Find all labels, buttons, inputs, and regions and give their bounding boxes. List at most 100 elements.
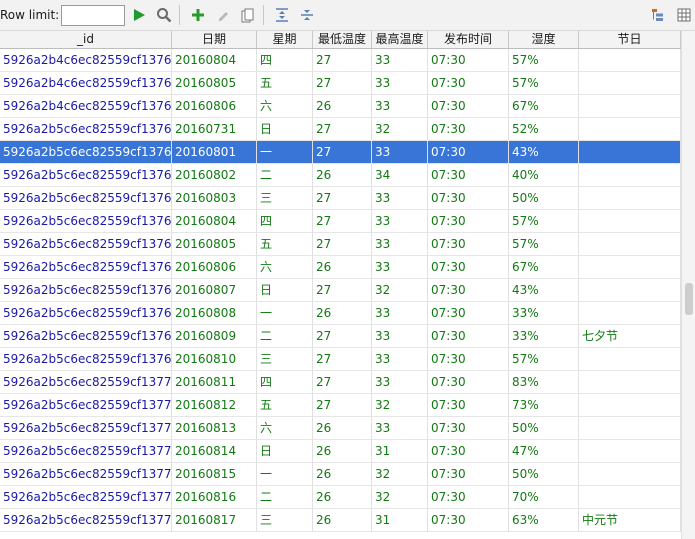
cell-id[interactable]: 5926a2b5c6ec82559cf1376f: [0, 348, 172, 370]
cell-holiday[interactable]: [579, 49, 681, 71]
cell-holiday[interactable]: [579, 394, 681, 416]
cell-date[interactable]: 20160803: [172, 187, 257, 209]
cell-max-temp[interactable]: 33: [372, 371, 428, 393]
table-row[interactable]: 5926a2b5c6ec82559cf13765 20160731 日 27 32 07:…: [0, 118, 681, 141]
vertical-scrollbar[interactable]: [681, 31, 695, 539]
cell-publish-time[interactable]: 07:30: [428, 509, 509, 531]
cell-holiday[interactable]: 中元节: [579, 509, 681, 531]
table-view-icon[interactable]: [673, 4, 695, 26]
cell-weekday[interactable]: 六: [257, 417, 313, 439]
cell-min-temp[interactable]: 26: [313, 509, 372, 531]
cell-weekday[interactable]: 五: [257, 233, 313, 255]
cell-id[interactable]: 5926a2b4c6ec82559cf13764: [0, 95, 172, 117]
cell-max-temp[interactable]: 32: [372, 486, 428, 508]
cell-weekday[interactable]: 二: [257, 325, 313, 347]
cell-publish-time[interactable]: 07:30: [428, 348, 509, 370]
cell-min-temp[interactable]: 26: [313, 256, 372, 278]
table-row[interactable]: 5926a2b4c6ec82559cf13762 20160804 四 27 33 07:…: [0, 49, 681, 72]
cell-humidity[interactable]: 50%: [509, 417, 579, 439]
cell-date[interactable]: 20160801: [172, 141, 257, 163]
cell-holiday[interactable]: [579, 210, 681, 232]
cell-min-temp[interactable]: 26: [313, 302, 372, 324]
cell-holiday[interactable]: [579, 187, 681, 209]
cell-date[interactable]: 20160804: [172, 210, 257, 232]
cell-max-temp[interactable]: 32: [372, 279, 428, 301]
cell-max-temp[interactable]: 32: [372, 394, 428, 416]
cell-id[interactable]: 5926a2b5c6ec82559cf13771: [0, 394, 172, 416]
cell-holiday[interactable]: [579, 164, 681, 186]
cell-humidity[interactable]: 50%: [509, 187, 579, 209]
cell-publish-time[interactable]: 07:30: [428, 164, 509, 186]
cell-weekday[interactable]: 日: [257, 118, 313, 140]
table-row[interactable]: 5926a2b5c6ec82559cf13767 20160802 二 26 34 07:…: [0, 164, 681, 187]
cell-weekday[interactable]: 一: [257, 141, 313, 163]
cell-date[interactable]: 20160815: [172, 463, 257, 485]
cell-weekday[interactable]: 三: [257, 509, 313, 531]
cell-humidity[interactable]: 47%: [509, 440, 579, 462]
table-row[interactable]: 5926a2b4c6ec82559cf13763 20160805 五 27 33 07:…: [0, 72, 681, 95]
cell-min-temp[interactable]: 27: [313, 348, 372, 370]
cell-holiday[interactable]: [579, 279, 681, 301]
cell-max-temp[interactable]: 33: [372, 187, 428, 209]
cell-publish-time[interactable]: 07:30: [428, 49, 509, 71]
table-row[interactable]: 5926a2b5c6ec82559cf1376d 20160808 一 26 33 07:…: [0, 302, 681, 325]
column-header-min-temp[interactable]: 最低温度: [313, 31, 372, 48]
cell-min-temp[interactable]: 27: [313, 325, 372, 347]
cell-holiday[interactable]: [579, 348, 681, 370]
cell-id[interactable]: 5926a2b5c6ec82559cf13776: [0, 509, 172, 531]
cell-publish-time[interactable]: 07:30: [428, 95, 509, 117]
cell-humidity[interactable]: 57%: [509, 49, 579, 71]
cell-humidity[interactable]: 43%: [509, 279, 579, 301]
table-row[interactable]: 5926a2b5c6ec82559cf1376f 20160810 三 27 33 07:…: [0, 348, 681, 371]
cell-humidity[interactable]: 83%: [509, 371, 579, 393]
cell-publish-time[interactable]: 07:30: [428, 302, 509, 324]
cell-id[interactable]: 5926a2b5c6ec82559cf1376e: [0, 325, 172, 347]
table-row[interactable]: 5926a2b5c6ec82559cf1376e 20160809 二 27 33 07:…: [0, 325, 681, 348]
cell-min-temp[interactable]: 26: [313, 164, 372, 186]
cell-id[interactable]: 5926a2b5c6ec82559cf13770: [0, 371, 172, 393]
cell-publish-time[interactable]: 07:30: [428, 279, 509, 301]
collapse-rows-icon[interactable]: [296, 4, 318, 26]
cell-date[interactable]: 20160807: [172, 279, 257, 301]
cell-humidity[interactable]: 73%: [509, 394, 579, 416]
cell-publish-time[interactable]: 07:30: [428, 118, 509, 140]
cell-max-temp[interactable]: 33: [372, 95, 428, 117]
cell-min-temp[interactable]: 27: [313, 72, 372, 94]
cell-min-temp[interactable]: 26: [313, 95, 372, 117]
table-row[interactable]: 5926a2b5c6ec82559cf1376c 20160807 日 27 32 07:…: [0, 279, 681, 302]
table-row[interactable]: 5926a2b5c6ec82559cf13771 20160812 五 27 32 07:…: [0, 394, 681, 417]
cell-holiday[interactable]: [579, 256, 681, 278]
cell-humidity[interactable]: 63%: [509, 509, 579, 531]
cell-weekday[interactable]: 三: [257, 187, 313, 209]
cell-id[interactable]: 5926a2b5c6ec82559cf1376a: [0, 233, 172, 255]
cell-max-temp[interactable]: 32: [372, 118, 428, 140]
cell-publish-time[interactable]: 07:30: [428, 417, 509, 439]
cell-humidity[interactable]: 57%: [509, 210, 579, 232]
cell-publish-time[interactable]: 07:30: [428, 463, 509, 485]
cell-max-temp[interactable]: 33: [372, 72, 428, 94]
cell-max-temp[interactable]: 33: [372, 325, 428, 347]
cell-date[interactable]: 20160731: [172, 118, 257, 140]
table-row[interactable]: 5926a2b4c6ec82559cf13764 20160806 六 26 33 07:…: [0, 95, 681, 118]
cell-publish-time[interactable]: 07:30: [428, 210, 509, 232]
cell-holiday[interactable]: [579, 72, 681, 94]
cell-publish-time[interactable]: 07:30: [428, 141, 509, 163]
search-icon[interactable]: [153, 4, 175, 26]
tree-view-icon[interactable]: [647, 4, 669, 26]
cell-date[interactable]: 20160802: [172, 164, 257, 186]
cell-id[interactable]: 5926a2b5c6ec82559cf1376d: [0, 302, 172, 324]
cell-max-temp[interactable]: 33: [372, 233, 428, 255]
cell-publish-time[interactable]: 07:30: [428, 233, 509, 255]
table-row[interactable]: 5926a2b5c6ec82559cf13769 20160804 四 27 33 07:…: [0, 210, 681, 233]
cell-weekday[interactable]: 三: [257, 348, 313, 370]
cell-holiday[interactable]: [579, 141, 681, 163]
cell-weekday[interactable]: 五: [257, 394, 313, 416]
cell-humidity[interactable]: 57%: [509, 72, 579, 94]
cell-holiday[interactable]: [579, 233, 681, 255]
cell-max-temp[interactable]: 33: [372, 348, 428, 370]
cell-max-temp[interactable]: 31: [372, 509, 428, 531]
cell-min-temp[interactable]: 26: [313, 463, 372, 485]
cell-weekday[interactable]: 四: [257, 49, 313, 71]
cell-humidity[interactable]: 67%: [509, 95, 579, 117]
column-header-weekday[interactable]: 星期: [257, 31, 313, 48]
